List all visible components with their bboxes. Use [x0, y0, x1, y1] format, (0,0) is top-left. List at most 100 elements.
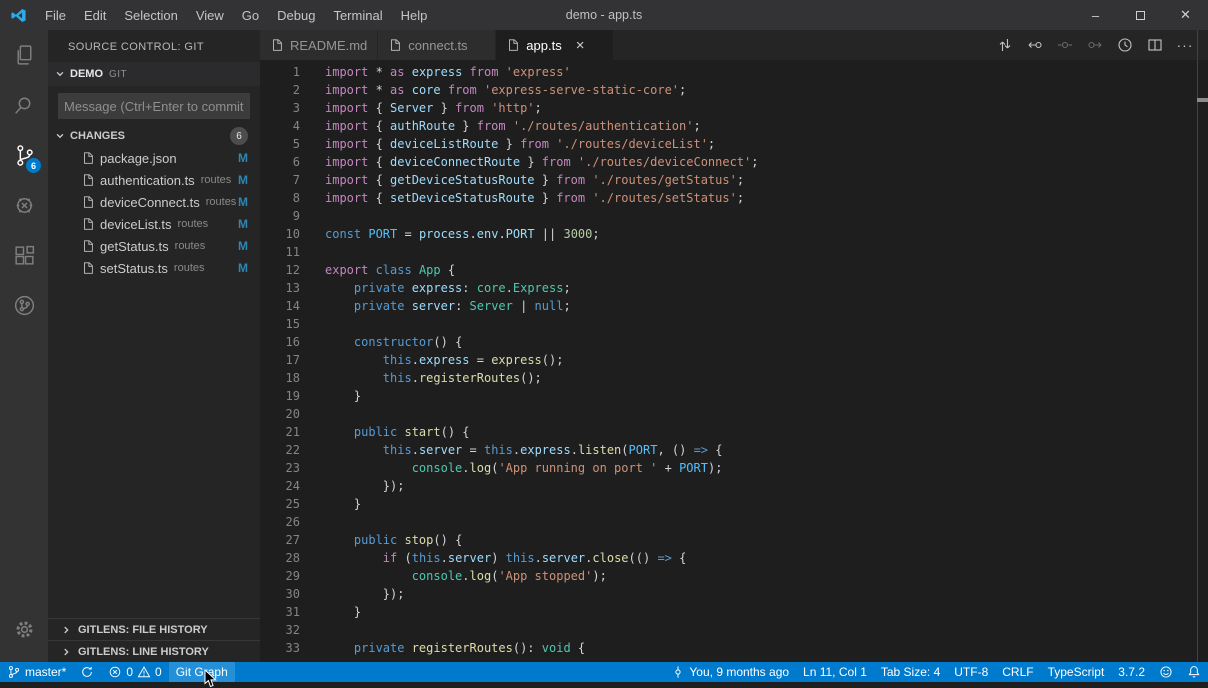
- vscode-logo-icon: [0, 7, 36, 24]
- menu-edit[interactable]: Edit: [75, 0, 115, 30]
- change-row-deviceConnect.ts[interactable]: deviceConnect.tsroutesM: [48, 191, 260, 213]
- code-line-15: 15: [260, 315, 1208, 333]
- line-text: const PORT = process.env.PORT || 3000;: [325, 227, 600, 241]
- line-text: import * as express from 'express': [325, 65, 571, 79]
- problems-indicator[interactable]: 0 0: [101, 662, 168, 682]
- menu-selection[interactable]: Selection: [115, 0, 186, 30]
- file-history-icon[interactable]: [1110, 30, 1140, 60]
- menu-file[interactable]: File: [36, 0, 75, 30]
- debug-icon[interactable]: [0, 180, 48, 230]
- sync-button[interactable]: [73, 662, 101, 682]
- editor-actions: ···: [990, 30, 1208, 60]
- tab-bar: README.mdconnect.tsapp.ts×: [260, 30, 1208, 60]
- line-number: 12: [260, 261, 300, 279]
- eol-label: CRLF: [1002, 665, 1033, 679]
- menu-view[interactable]: View: [187, 0, 233, 30]
- gitlens-file-history-panel[interactable]: GITLENS: FILE HISTORY: [48, 618, 260, 640]
- menu-bar: FileEditSelectionViewGoDebugTerminalHelp: [36, 0, 436, 30]
- mouse-cursor: [204, 669, 217, 688]
- line-number: 16: [260, 333, 300, 351]
- branch-indicator[interactable]: master*: [0, 662, 73, 682]
- tab-size-indicator[interactable]: Tab Size: 4: [874, 662, 947, 682]
- maximize-button[interactable]: [1118, 0, 1163, 30]
- line-number: 13: [260, 279, 300, 297]
- code-line-29: 29 console.log('App stopped');: [260, 567, 1208, 585]
- change-row-authentication.ts[interactable]: authentication.tsroutesM: [48, 169, 260, 191]
- editor-pane: README.mdconnect.tsapp.ts×: [260, 30, 1208, 662]
- commit-message-input[interactable]: [58, 93, 250, 119]
- file-icon: [270, 38, 284, 52]
- tab-README.md[interactable]: README.md: [260, 30, 378, 60]
- gitlens-line-history-panel[interactable]: GITLENS: LINE HISTORY: [48, 640, 260, 662]
- menu-terminal[interactable]: Terminal: [324, 0, 391, 30]
- next-change-icon[interactable]: [1080, 30, 1110, 60]
- line-text: public stop() {: [325, 533, 462, 547]
- typescript-version[interactable]: 3.7.2: [1111, 662, 1152, 682]
- previous-revision-icon[interactable]: [1020, 30, 1050, 60]
- menu-go[interactable]: Go: [233, 0, 268, 30]
- close-tab-icon[interactable]: ×: [576, 38, 585, 53]
- previous-change-icon[interactable]: [1050, 30, 1080, 60]
- close-window-button[interactable]: ✕: [1163, 0, 1208, 30]
- encoding-label: UTF-8: [954, 665, 988, 679]
- code-line-2: 2import * as core from 'express-serve-st…: [260, 81, 1208, 99]
- line-text: constructor() {: [325, 335, 462, 349]
- encoding-indicator[interactable]: UTF-8: [947, 662, 995, 682]
- file-icon: [388, 38, 402, 52]
- line-number: 21: [260, 423, 300, 441]
- line-number: 6: [260, 153, 300, 171]
- file-folder: routes: [201, 174, 232, 186]
- ts-version-label: 3.7.2: [1118, 665, 1145, 679]
- change-row-setStatus.ts[interactable]: setStatus.tsroutesM: [48, 257, 260, 279]
- code-line-1: 1import * as express from 'express': [260, 63, 1208, 81]
- line-number: 22: [260, 441, 300, 459]
- cursor-position[interactable]: Ln 11, Col 1: [796, 662, 874, 682]
- open-changes-icon[interactable]: [990, 30, 1020, 60]
- settings-gear-icon[interactable]: [0, 604, 48, 654]
- repo-provider: GIT: [109, 69, 127, 80]
- line-number: 9: [260, 207, 300, 225]
- branch-name: master*: [25, 665, 66, 679]
- line-number: 20: [260, 405, 300, 423]
- minimize-button[interactable]: –: [1073, 0, 1118, 30]
- more-actions-icon[interactable]: ···: [1170, 30, 1200, 60]
- git-graph-button[interactable]: Git Graph: [169, 662, 235, 682]
- code-line-26: 26: [260, 513, 1208, 531]
- line-number: 23: [260, 459, 300, 477]
- tab-app.ts[interactable]: app.ts×: [496, 30, 614, 60]
- editor-scrollbar[interactable]: [1197, 30, 1208, 662]
- menu-help[interactable]: Help: [392, 0, 437, 30]
- file-name: authentication.ts: [100, 173, 195, 188]
- code-line-4: 4import { authRoute } from './routes/aut…: [260, 117, 1208, 135]
- code-editor[interactable]: 1import * as express from 'express'2impo…: [260, 60, 1208, 662]
- source-control-icon[interactable]: 6: [0, 130, 48, 180]
- status-left: master* 0 0 Git Graph: [0, 662, 235, 682]
- extensions-icon[interactable]: [0, 230, 48, 280]
- eol-indicator[interactable]: CRLF: [995, 662, 1040, 682]
- warning-count: 0: [155, 665, 162, 679]
- feedback-button[interactable]: [1152, 662, 1180, 682]
- change-row-deviceList.ts[interactable]: deviceList.tsroutesM: [48, 213, 260, 235]
- notifications-button[interactable]: [1180, 662, 1208, 682]
- changes-section-header[interactable]: CHANGES 6: [48, 125, 260, 147]
- line-text: private express: core.Express;: [325, 281, 571, 295]
- tab-connect.ts[interactable]: connect.ts: [378, 30, 496, 60]
- code-line-16: 16 constructor() {: [260, 333, 1208, 351]
- language-mode[interactable]: TypeScript: [1041, 662, 1112, 682]
- split-editor-icon[interactable]: [1140, 30, 1170, 60]
- code-line-21: 21 public start() {: [260, 423, 1208, 441]
- menu-debug[interactable]: Debug: [268, 0, 324, 30]
- change-row-getStatus.ts[interactable]: getStatus.tsroutesM: [48, 235, 260, 257]
- gitlens-icon[interactable]: [0, 280, 48, 330]
- sync-icon: [80, 665, 94, 679]
- explorer-icon[interactable]: [0, 30, 48, 80]
- change-row-package.json[interactable]: package.jsonM: [48, 147, 260, 169]
- repo-section-header[interactable]: DEMO GIT: [48, 62, 260, 86]
- line-number: 24: [260, 477, 300, 495]
- line-number: 29: [260, 567, 300, 585]
- blame-annotation[interactable]: You, 9 months ago: [664, 662, 796, 682]
- line-text: this.server = this.express.listen(PORT, …: [325, 443, 722, 457]
- line-number: 2: [260, 81, 300, 99]
- search-icon[interactable]: [0, 80, 48, 130]
- line-number: 7: [260, 171, 300, 189]
